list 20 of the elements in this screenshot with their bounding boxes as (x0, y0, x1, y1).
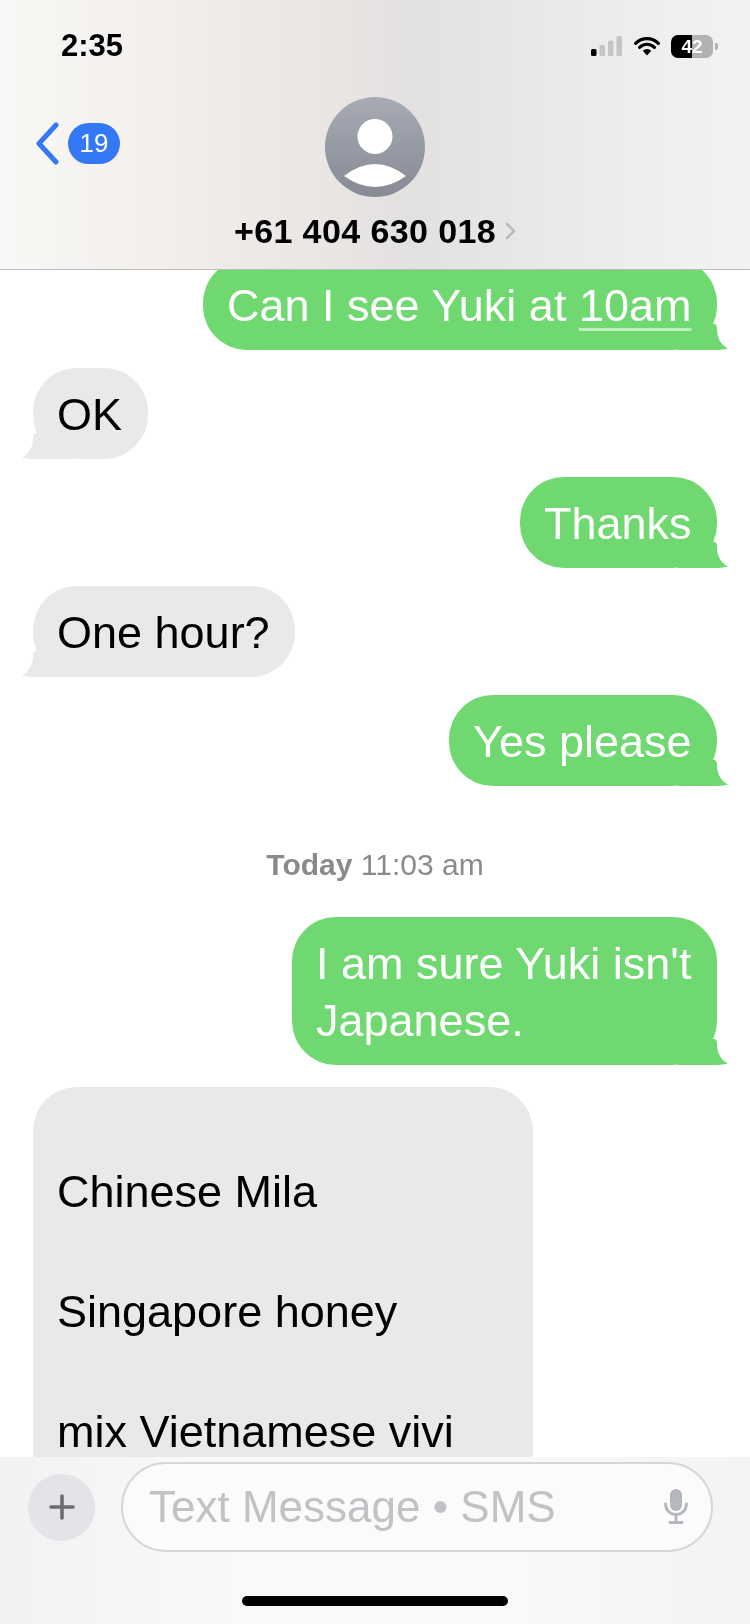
status-time: 2:35 (61, 28, 124, 64)
message-text: Thanks (544, 497, 693, 551)
chevron-left-icon[interactable] (34, 122, 60, 165)
message-text: One hour? (57, 606, 271, 660)
plus-icon (47, 1493, 76, 1521)
message-text: I am sure Yuki isn't Japanese. (316, 937, 693, 1048)
person-avatar-icon[interactable] (325, 97, 425, 197)
message-text: Singapore honey (57, 1289, 399, 1335)
timestamp: Today 11:03 am (266, 847, 484, 883)
message-text: mix Vietnamese vivi (57, 1409, 455, 1455)
unread-count-badge[interactable]: 19 (68, 123, 120, 164)
message-field[interactable]: Text Message • SMS (121, 1462, 713, 1552)
message-text: Chinese Mila (57, 1169, 319, 1215)
message-text: OK (57, 388, 124, 442)
message-text: Yes please (473, 715, 693, 769)
microphone-icon[interactable] (663, 1489, 689, 1525)
contact-number[interactable]: +61 404 630 018 (233, 211, 497, 251)
wifi-icon (633, 36, 661, 56)
signal-icon (591, 36, 623, 56)
message-text: Can I see Yuki at 10am (227, 279, 693, 333)
